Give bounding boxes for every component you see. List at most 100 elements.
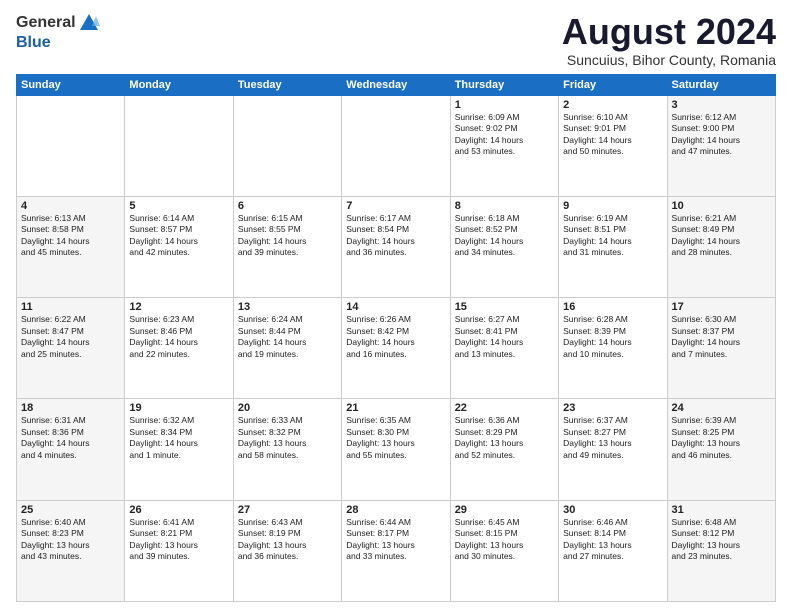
day-info: Sunrise: 6:43 AM Sunset: 8:19 PM Dayligh… (238, 517, 337, 563)
calendar-cell: 24Sunrise: 6:39 AM Sunset: 8:25 PM Dayli… (667, 399, 775, 500)
day-number: 11 (21, 301, 120, 313)
day-number: 29 (455, 504, 554, 516)
day-number: 25 (21, 504, 120, 516)
day-info: Sunrise: 6:40 AM Sunset: 8:23 PM Dayligh… (21, 517, 120, 563)
calendar-cell: 26Sunrise: 6:41 AM Sunset: 8:21 PM Dayli… (125, 500, 233, 601)
day-number: 21 (346, 402, 445, 414)
day-info: Sunrise: 6:45 AM Sunset: 8:15 PM Dayligh… (455, 517, 554, 563)
calendar-cell: 10Sunrise: 6:21 AM Sunset: 8:49 PM Dayli… (667, 196, 775, 297)
calendar-cell: 31Sunrise: 6:48 AM Sunset: 8:12 PM Dayli… (667, 500, 775, 601)
day-number: 30 (563, 504, 662, 516)
day-info: Sunrise: 6:41 AM Sunset: 8:21 PM Dayligh… (129, 517, 228, 563)
day-info: Sunrise: 6:14 AM Sunset: 8:57 PM Dayligh… (129, 213, 228, 259)
day-number: 26 (129, 504, 228, 516)
logo-icon (78, 12, 100, 34)
calendar-week-row: 18Sunrise: 6:31 AM Sunset: 8:36 PM Dayli… (17, 399, 776, 500)
day-number: 8 (455, 200, 554, 212)
logo: General Blue (16, 12, 100, 52)
day-info: Sunrise: 6:15 AM Sunset: 8:55 PM Dayligh… (238, 213, 337, 259)
calendar-header-row: SundayMondayTuesdayWednesdayThursdayFrid… (17, 74, 776, 95)
day-info: Sunrise: 6:24 AM Sunset: 8:44 PM Dayligh… (238, 314, 337, 360)
month-year: August 2024 (562, 12, 776, 52)
calendar-cell: 3Sunrise: 6:12 AM Sunset: 9:00 PM Daylig… (667, 95, 775, 196)
day-number: 5 (129, 200, 228, 212)
col-header-thursday: Thursday (450, 74, 558, 95)
day-info: Sunrise: 6:39 AM Sunset: 8:25 PM Dayligh… (672, 415, 771, 461)
day-info: Sunrise: 6:48 AM Sunset: 8:12 PM Dayligh… (672, 517, 771, 563)
calendar-table: SundayMondayTuesdayWednesdayThursdayFrid… (16, 74, 776, 602)
day-number: 31 (672, 504, 771, 516)
day-info: Sunrise: 6:46 AM Sunset: 8:14 PM Dayligh… (563, 517, 662, 563)
day-number: 19 (129, 402, 228, 414)
calendar-cell: 18Sunrise: 6:31 AM Sunset: 8:36 PM Dayli… (17, 399, 125, 500)
title-section: August 2024 Suncuius, Bihor County, Roma… (562, 12, 776, 68)
day-info: Sunrise: 6:09 AM Sunset: 9:02 PM Dayligh… (455, 112, 554, 158)
col-header-wednesday: Wednesday (342, 74, 450, 95)
calendar-week-row: 11Sunrise: 6:22 AM Sunset: 8:47 PM Dayli… (17, 298, 776, 399)
day-number: 1 (455, 99, 554, 111)
day-number: 18 (21, 402, 120, 414)
page: General Blue August 2024 Suncuius, Bihor… (0, 0, 792, 612)
day-info: Sunrise: 6:13 AM Sunset: 8:58 PM Dayligh… (21, 213, 120, 259)
day-number: 14 (346, 301, 445, 313)
calendar-cell: 29Sunrise: 6:45 AM Sunset: 8:15 PM Dayli… (450, 500, 558, 601)
calendar-cell (233, 95, 341, 196)
day-number: 23 (563, 402, 662, 414)
day-number: 22 (455, 402, 554, 414)
calendar-cell: 12Sunrise: 6:23 AM Sunset: 8:46 PM Dayli… (125, 298, 233, 399)
calendar-cell: 1Sunrise: 6:09 AM Sunset: 9:02 PM Daylig… (450, 95, 558, 196)
day-number: 12 (129, 301, 228, 313)
calendar-cell: 8Sunrise: 6:18 AM Sunset: 8:52 PM Daylig… (450, 196, 558, 297)
day-number: 13 (238, 301, 337, 313)
day-info: Sunrise: 6:17 AM Sunset: 8:54 PM Dayligh… (346, 213, 445, 259)
calendar-cell: 22Sunrise: 6:36 AM Sunset: 8:29 PM Dayli… (450, 399, 558, 500)
col-header-monday: Monday (125, 74, 233, 95)
day-info: Sunrise: 6:26 AM Sunset: 8:42 PM Dayligh… (346, 314, 445, 360)
logo-blue-text: Blue (16, 34, 51, 51)
calendar-cell: 2Sunrise: 6:10 AM Sunset: 9:01 PM Daylig… (559, 95, 667, 196)
day-info: Sunrise: 6:22 AM Sunset: 8:47 PM Dayligh… (21, 314, 120, 360)
day-number: 28 (346, 504, 445, 516)
calendar-cell: 7Sunrise: 6:17 AM Sunset: 8:54 PM Daylig… (342, 196, 450, 297)
day-info: Sunrise: 6:10 AM Sunset: 9:01 PM Dayligh… (563, 112, 662, 158)
day-number: 24 (672, 402, 771, 414)
day-info: Sunrise: 6:30 AM Sunset: 8:37 PM Dayligh… (672, 314, 771, 360)
calendar-cell: 23Sunrise: 6:37 AM Sunset: 8:27 PM Dayli… (559, 399, 667, 500)
day-number: 27 (238, 504, 337, 516)
calendar-cell (342, 95, 450, 196)
day-info: Sunrise: 6:31 AM Sunset: 8:36 PM Dayligh… (21, 415, 120, 461)
day-number: 3 (672, 99, 771, 111)
calendar-cell: 25Sunrise: 6:40 AM Sunset: 8:23 PM Dayli… (17, 500, 125, 601)
day-info: Sunrise: 6:44 AM Sunset: 8:17 PM Dayligh… (346, 517, 445, 563)
calendar-cell: 4Sunrise: 6:13 AM Sunset: 8:58 PM Daylig… (17, 196, 125, 297)
day-number: 17 (672, 301, 771, 313)
location: Suncuius, Bihor County, Romania (562, 52, 776, 68)
calendar-cell: 27Sunrise: 6:43 AM Sunset: 8:19 PM Dayli… (233, 500, 341, 601)
day-number: 6 (238, 200, 337, 212)
day-number: 10 (672, 200, 771, 212)
logo-general-text: General (16, 14, 76, 32)
day-info: Sunrise: 6:23 AM Sunset: 8:46 PM Dayligh… (129, 314, 228, 360)
calendar-week-row: 25Sunrise: 6:40 AM Sunset: 8:23 PM Dayli… (17, 500, 776, 601)
calendar-cell: 6Sunrise: 6:15 AM Sunset: 8:55 PM Daylig… (233, 196, 341, 297)
calendar-cell: 5Sunrise: 6:14 AM Sunset: 8:57 PM Daylig… (125, 196, 233, 297)
calendar-week-row: 4Sunrise: 6:13 AM Sunset: 8:58 PM Daylig… (17, 196, 776, 297)
calendar-cell: 16Sunrise: 6:28 AM Sunset: 8:39 PM Dayli… (559, 298, 667, 399)
calendar-week-row: 1Sunrise: 6:09 AM Sunset: 9:02 PM Daylig… (17, 95, 776, 196)
day-info: Sunrise: 6:18 AM Sunset: 8:52 PM Dayligh… (455, 213, 554, 259)
day-number: 15 (455, 301, 554, 313)
day-number: 7 (346, 200, 445, 212)
calendar-cell: 17Sunrise: 6:30 AM Sunset: 8:37 PM Dayli… (667, 298, 775, 399)
calendar-cell: 11Sunrise: 6:22 AM Sunset: 8:47 PM Dayli… (17, 298, 125, 399)
day-info: Sunrise: 6:37 AM Sunset: 8:27 PM Dayligh… (563, 415, 662, 461)
col-header-tuesday: Tuesday (233, 74, 341, 95)
day-number: 16 (563, 301, 662, 313)
calendar-cell: 9Sunrise: 6:19 AM Sunset: 8:51 PM Daylig… (559, 196, 667, 297)
day-info: Sunrise: 6:33 AM Sunset: 8:32 PM Dayligh… (238, 415, 337, 461)
calendar-cell: 14Sunrise: 6:26 AM Sunset: 8:42 PM Dayli… (342, 298, 450, 399)
day-info: Sunrise: 6:21 AM Sunset: 8:49 PM Dayligh… (672, 213, 771, 259)
calendar-cell (17, 95, 125, 196)
calendar-cell: 15Sunrise: 6:27 AM Sunset: 8:41 PM Dayli… (450, 298, 558, 399)
day-number: 9 (563, 200, 662, 212)
day-info: Sunrise: 6:35 AM Sunset: 8:30 PM Dayligh… (346, 415, 445, 461)
